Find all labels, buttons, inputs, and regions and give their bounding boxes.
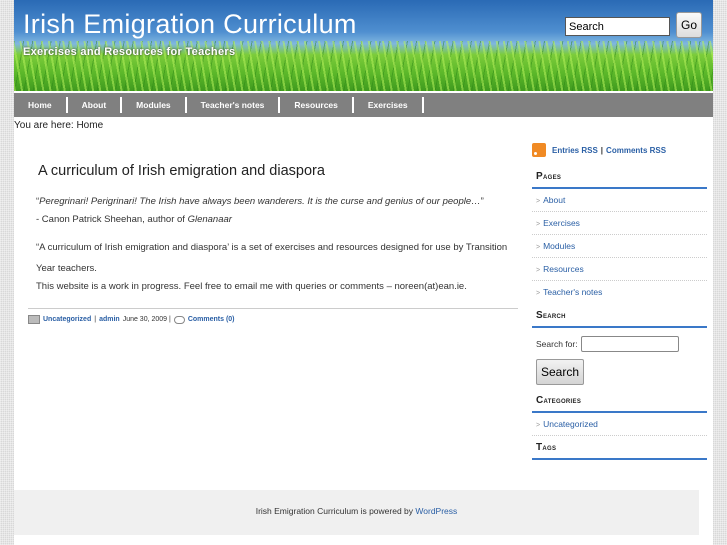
sidebar-category-uncategorized[interactable]: > Uncategorized bbox=[532, 413, 707, 436]
arrow-icon: > bbox=[536, 244, 541, 251]
nav-teachers-notes[interactable]: Teacher's notes bbox=[187, 97, 281, 113]
search-heading: Search bbox=[532, 304, 707, 328]
separator: | bbox=[600, 145, 604, 155]
sidebar-search-button[interactable]: Search bbox=[536, 359, 584, 385]
sidebar-page-resources[interactable]: > Resources bbox=[532, 258, 707, 281]
page-link-label: Modules bbox=[543, 241, 576, 251]
sidebar-page-teachers-notes[interactable]: > Teacher's notes bbox=[532, 281, 707, 304]
page-link-label: Resources bbox=[543, 264, 584, 274]
nav-exercises[interactable]: Exercises bbox=[354, 97, 424, 113]
tags-heading: Tags bbox=[532, 436, 707, 460]
post: A curriculum of Irish emigration and dia… bbox=[28, 155, 518, 324]
sidebar-page-modules[interactable]: > Modules bbox=[532, 235, 707, 258]
quote-attribution: - Canon Patrick Sheehan, author of bbox=[36, 214, 188, 225]
quote-text: Peregrinari! Perigrinari! The Irish have… bbox=[39, 196, 481, 207]
folder-icon bbox=[28, 315, 40, 324]
arrow-icon: > bbox=[536, 198, 541, 205]
header-search-input[interactable] bbox=[565, 17, 670, 36]
sidebar-search-form: Search for: bbox=[532, 328, 707, 352]
page-link-label: About bbox=[543, 195, 566, 205]
sidebar: Entries RSS | Comments RSS Pages > About … bbox=[532, 143, 707, 460]
main-nav: Home About Modules Teacher's notes Resou… bbox=[14, 93, 713, 117]
arrow-icon: > bbox=[536, 267, 541, 274]
comments-link[interactable]: Comments (0) bbox=[188, 316, 235, 323]
comment-icon bbox=[173, 315, 185, 324]
breadcrumb: You are here: Home bbox=[14, 120, 104, 131]
sidebar-page-about[interactable]: > About bbox=[532, 189, 707, 212]
footer: Irish Emigration Curriculum is powered b… bbox=[14, 490, 699, 535]
page-link-label: Exercises bbox=[543, 218, 580, 228]
entries-rss-link[interactable]: Entries RSS bbox=[552, 146, 598, 155]
wordpress-link[interactable]: WordPress bbox=[415, 506, 457, 516]
category-link[interactable]: Uncategorized bbox=[43, 316, 91, 323]
rss-icon[interactable] bbox=[532, 143, 546, 157]
footer-text: Irish Emigration Curriculum is powered b… bbox=[255, 506, 416, 516]
book-title: Glenanaar bbox=[187, 214, 232, 225]
category-link-label: Uncategorized bbox=[543, 419, 598, 429]
separator: | bbox=[94, 316, 97, 323]
header-go-button[interactable]: Go bbox=[676, 12, 702, 38]
page-link-label: Teacher's notes bbox=[543, 287, 603, 297]
search-label: Search for: bbox=[536, 339, 578, 349]
nav-home[interactable]: Home bbox=[14, 97, 68, 113]
header-banner: Irish Emigration Curriculum Exercises an… bbox=[14, 0, 713, 91]
page: Irish Emigration Curriculum Exercises an… bbox=[14, 0, 713, 545]
nav-modules[interactable]: Modules bbox=[122, 97, 187, 113]
pages-heading: Pages bbox=[532, 157, 707, 189]
post-paragraph: “A curriculum of Irish emigration and di… bbox=[36, 242, 508, 274]
comments-rss-link[interactable]: Comments RSS bbox=[606, 146, 666, 155]
sidebar-search-input[interactable] bbox=[580, 336, 679, 352]
post-quote: “Peregrinari! Perigrinari! The Irish hav… bbox=[36, 193, 518, 229]
post-paragraph: This website is a work in progress. Feel… bbox=[36, 281, 467, 292]
rss-links: Entries RSS | Comments RSS bbox=[532, 143, 707, 157]
arrow-icon: > bbox=[536, 422, 541, 429]
categories-heading: Categories bbox=[532, 385, 707, 413]
nav-about[interactable]: About bbox=[68, 97, 123, 113]
site-title[interactable]: Irish Emigration Curriculum bbox=[23, 9, 357, 40]
author-link[interactable]: admin bbox=[99, 316, 120, 323]
post-date: June 30, 2009 | bbox=[122, 316, 171, 323]
quote-mark: ” bbox=[480, 196, 484, 207]
nav-resources[interactable]: Resources bbox=[280, 97, 354, 113]
post-meta: Uncategorized | admin June 30, 2009 | Co… bbox=[28, 308, 518, 324]
sidebar-page-exercises[interactable]: > Exercises bbox=[532, 212, 707, 235]
arrow-icon: > bbox=[536, 290, 541, 297]
post-title[interactable]: A curriculum of Irish emigration and dia… bbox=[38, 163, 518, 179]
site-tagline: Exercises and Resources for Teachers bbox=[23, 46, 236, 58]
arrow-icon: > bbox=[536, 221, 541, 228]
